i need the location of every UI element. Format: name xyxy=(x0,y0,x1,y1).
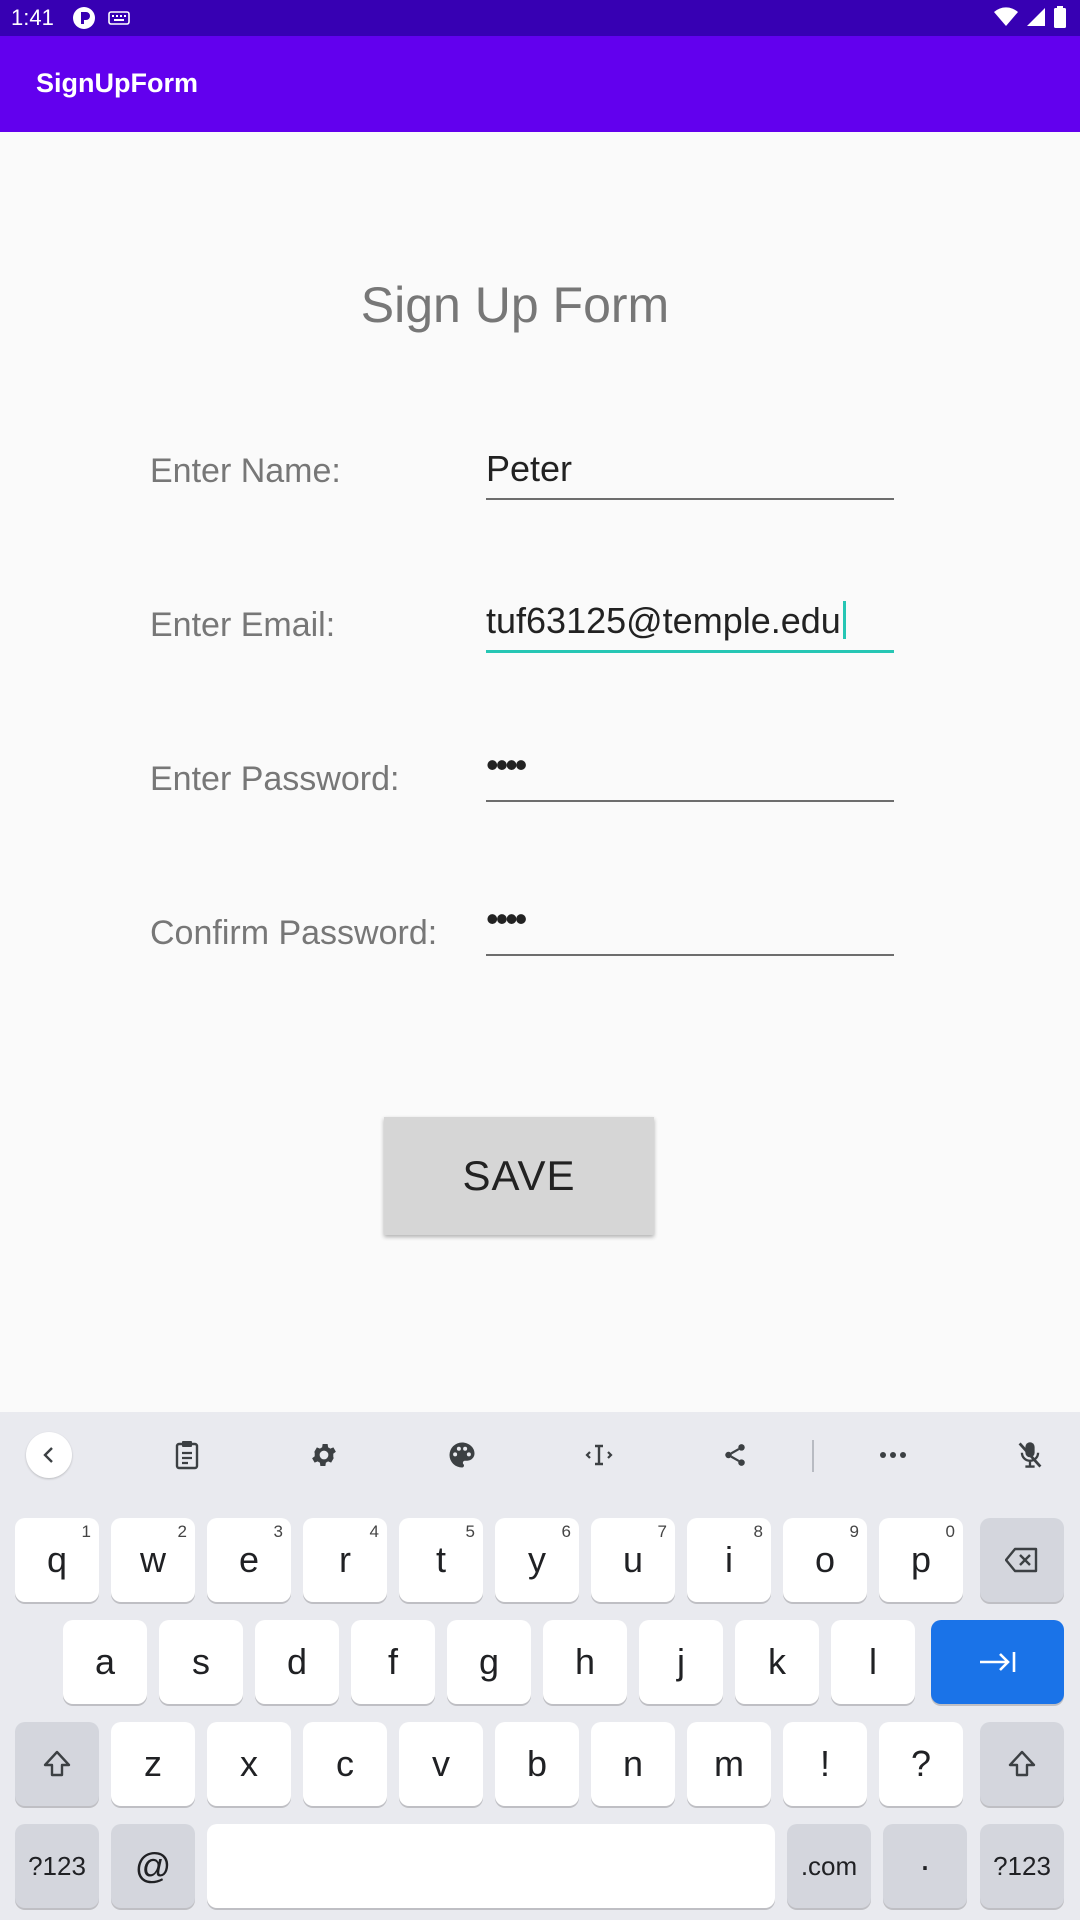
keyboard-icon xyxy=(108,10,130,31)
form-title: Sign Up Form xyxy=(360,277,670,333)
cellular-signal-icon xyxy=(1026,7,1046,32)
email-label: Enter Email: xyxy=(150,606,336,644)
mic-off-icon[interactable] xyxy=(1007,1432,1053,1478)
shift-icon xyxy=(43,1750,71,1777)
symbols-key-right[interactable]: ?123 xyxy=(980,1824,1064,1908)
key-q[interactable]: q1 xyxy=(15,1518,99,1602)
confirm-password-label: Confirm Password: xyxy=(150,914,438,952)
key-i[interactable]: i8 xyxy=(687,1518,771,1602)
tab-next-icon xyxy=(979,1652,1015,1672)
name-value: Peter xyxy=(486,448,573,489)
app-title: SignUpForm xyxy=(36,68,198,98)
confirm-password-value: •••• xyxy=(486,898,527,939)
next-action-key[interactable] xyxy=(931,1620,1064,1704)
password-label: Enter Password: xyxy=(150,760,400,798)
key-exclamation[interactable]: ! xyxy=(783,1722,867,1806)
palette-icon[interactable] xyxy=(439,1432,485,1478)
key-z[interactable]: z xyxy=(111,1722,195,1806)
key-b[interactable]: b xyxy=(495,1722,579,1806)
key-y[interactable]: y6 xyxy=(495,1518,579,1602)
toolbar-divider xyxy=(812,1440,814,1472)
text-cursor xyxy=(842,601,846,639)
gear-icon[interactable] xyxy=(301,1432,347,1478)
key-x[interactable]: x xyxy=(207,1722,291,1806)
name-input[interactable]: Peter xyxy=(486,446,894,500)
symbols-key-left[interactable]: ?123 xyxy=(15,1824,99,1908)
app-notification-icon xyxy=(72,6,96,35)
key-c[interactable]: c xyxy=(303,1722,387,1806)
password-value: •••• xyxy=(486,744,527,785)
wifi-icon xyxy=(994,7,1018,32)
key-h[interactable]: h xyxy=(543,1620,627,1704)
more-options-icon[interactable] xyxy=(870,1432,916,1478)
key-l[interactable]: l xyxy=(831,1620,915,1704)
save-button[interactable]: SAVE xyxy=(384,1117,654,1235)
back-chevron-icon[interactable] xyxy=(26,1432,72,1478)
space-bar[interactable] xyxy=(207,1824,775,1908)
shift-key-left[interactable] xyxy=(15,1722,99,1806)
key-d[interactable]: d xyxy=(255,1620,339,1704)
key-question[interactable]: ? xyxy=(879,1722,963,1806)
keyboard-toolbar xyxy=(0,1412,1080,1498)
key-e[interactable]: e3 xyxy=(207,1518,291,1602)
key-a[interactable]: a xyxy=(63,1620,147,1704)
battery-icon xyxy=(1054,6,1066,33)
key-v[interactable]: v xyxy=(399,1722,483,1806)
period-key[interactable]: · xyxy=(883,1824,967,1908)
email-value: tuf63125@temple.edu xyxy=(486,600,841,641)
password-input[interactable]: •••• xyxy=(486,744,894,802)
text-cursor-control-icon[interactable] xyxy=(576,1432,622,1478)
confirm-password-input[interactable]: •••• xyxy=(486,898,894,956)
shift-icon xyxy=(1008,1750,1036,1777)
key-p[interactable]: p0 xyxy=(879,1518,963,1602)
key-s[interactable]: s xyxy=(159,1620,243,1704)
key-k[interactable]: k xyxy=(735,1620,819,1704)
backspace-icon xyxy=(1005,1547,1038,1573)
backspace-key[interactable] xyxy=(980,1518,1064,1602)
dotcom-key[interactable]: .com xyxy=(787,1824,871,1908)
key-r[interactable]: r4 xyxy=(303,1518,387,1602)
status-time: 1:41 xyxy=(11,5,54,30)
key-o[interactable]: o9 xyxy=(783,1518,867,1602)
shift-key-right[interactable] xyxy=(980,1722,1064,1806)
clipboard-icon[interactable] xyxy=(164,1432,210,1478)
key-w[interactable]: w2 xyxy=(111,1518,195,1602)
status-bar: 1:41 xyxy=(0,0,1080,36)
email-input[interactable]: tuf63125@temple.edu xyxy=(486,598,894,653)
app-bar: SignUpForm xyxy=(0,36,1080,132)
soft-keyboard: q1 w2 e3 r4 t5 y6 u7 i8 o9 p0 a s d f g … xyxy=(0,1412,1080,1920)
key-j[interactable]: j xyxy=(639,1620,723,1704)
key-u[interactable]: u7 xyxy=(591,1518,675,1602)
key-t[interactable]: t5 xyxy=(399,1518,483,1602)
share-icon[interactable] xyxy=(712,1432,758,1478)
key-n[interactable]: n xyxy=(591,1722,675,1806)
key-g[interactable]: g xyxy=(447,1620,531,1704)
at-key[interactable]: @ xyxy=(111,1824,195,1908)
key-m[interactable]: m xyxy=(687,1722,771,1806)
key-f[interactable]: f xyxy=(351,1620,435,1704)
name-label: Enter Name: xyxy=(150,452,341,490)
